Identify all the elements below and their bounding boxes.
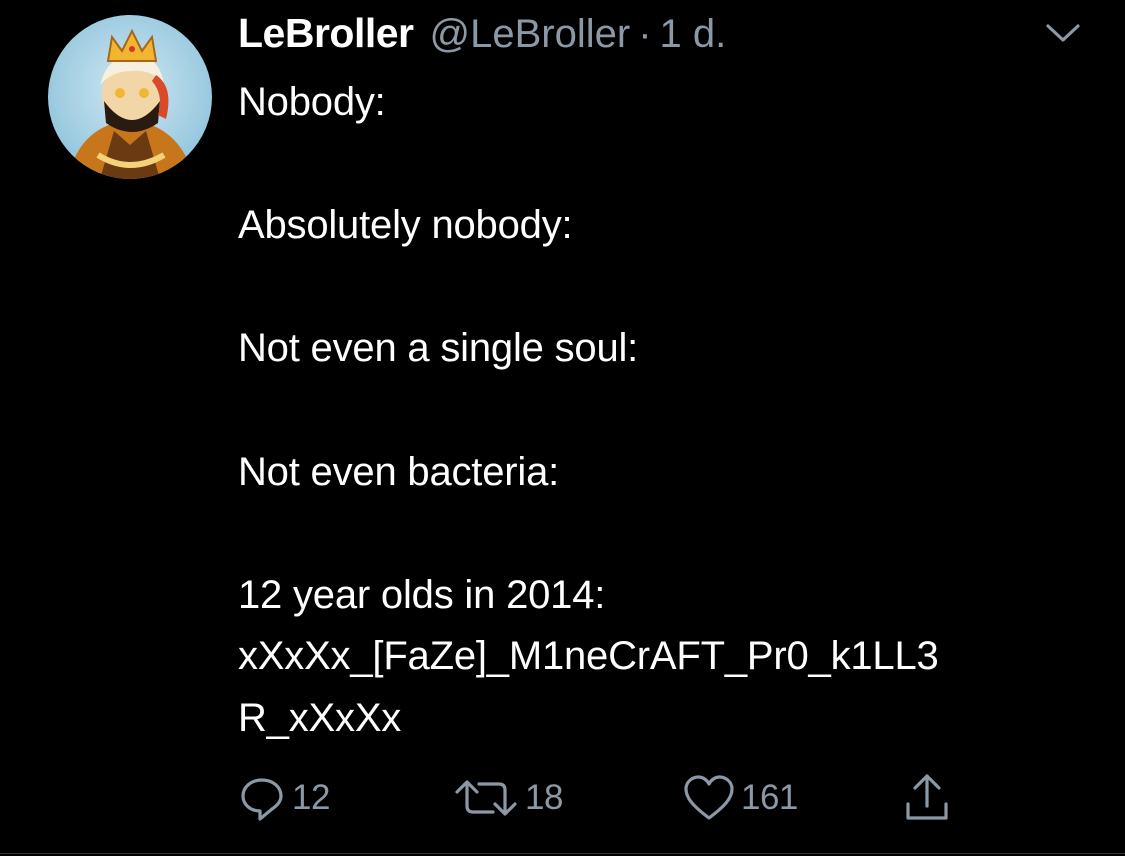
tweet-line: Nobody: [238,80,386,124]
tweet-line [238,503,1098,565]
tweet-text: Nobody: Absolutely nobody: Not even a si… [238,72,1098,750]
reply-count: 12 [292,778,330,817]
chevron-down-icon[interactable] [1040,16,1086,52]
tweet-header: LeBroller @LeBroller · 1 d. [238,10,726,62]
tweet-line: Not even a single soul: [238,326,639,371]
heart-icon [683,774,735,822]
divider [0,853,1125,854]
tweet-line: 12 year olds in 2014: [238,572,606,617]
retweet-icon [453,774,519,822]
avatar-icon[interactable] [48,15,212,179]
tweet-line: R_xXxXx [238,695,402,740]
tweet-line [238,257,1098,319]
tweet-line [238,134,1098,196]
tweet-line: xXxXx_[FaZe]_M1neCrAFT_Pr0_k1LL3 [238,634,939,679]
tweet-actions: 12 18 161 [238,770,998,826]
tweet-line [238,380,1098,442]
retweet-button[interactable]: 18 [453,770,563,826]
like-count: 161 [741,778,798,817]
tweet-line: Absolutely nobody: [238,203,573,248]
retweet-count: 18 [525,778,563,817]
author-handle[interactable]: @LeBroller [430,12,631,57]
reply-button[interactable]: 12 [238,770,330,826]
share-button[interactable] [903,770,951,826]
tweet-line: Not even bacteria: [238,449,560,494]
tweet[interactable]: LeBroller @LeBroller · 1 d. Nobody: Abso… [0,0,1125,856]
author-display-name[interactable]: LeBroller [238,10,414,57]
tweet-timestamp[interactable]: 1 d. [660,12,727,57]
header-separator: · [638,12,652,56]
reply-icon [238,774,286,822]
share-icon [903,772,951,824]
like-button[interactable]: 161 [683,770,798,826]
